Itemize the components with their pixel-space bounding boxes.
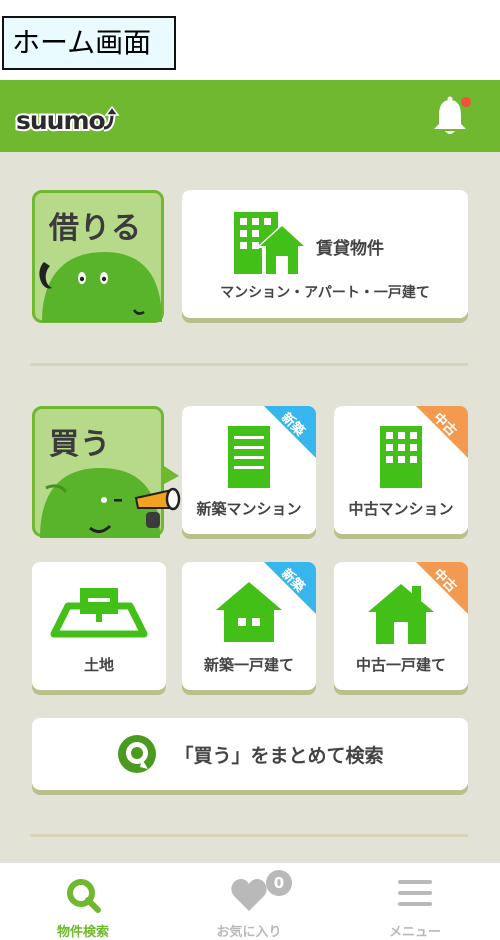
- rent-card-subtitle: マンション・アパート・一戸建て: [220, 285, 430, 301]
- rent-mascot-text: 借りる: [49, 211, 142, 246]
- unread-dot: [461, 97, 471, 107]
- house-icon: [216, 582, 282, 642]
- nav-label-favorites: お気に入り: [216, 925, 282, 940]
- buy-mascot: 買う: [32, 406, 181, 538]
- svg-text:suumo: suumo: [16, 106, 106, 135]
- land-label: 土地: [83, 656, 114, 674]
- house-chimney-icon: [368, 584, 434, 644]
- nav-label-search: 物件検索: [56, 925, 109, 940]
- new-condo-card[interactable]: 新築 新築マンション: [182, 406, 316, 534]
- building-icon: [228, 426, 270, 488]
- new-condo-label: 新築マンション: [196, 500, 302, 518]
- nav-item-menu[interactable]: メニュー: [332, 863, 498, 940]
- suumo-logo[interactable]: suumo: [14, 102, 120, 136]
- nav-label-menu: メニュー: [388, 925, 441, 940]
- land-icon: [50, 588, 148, 638]
- heart-icon: [231, 879, 267, 911]
- rent-card-title: 賃貸物件: [316, 239, 384, 259]
- search-badge-icon: [118, 735, 157, 773]
- section-divider: [30, 363, 468, 366]
- new-house-label: 新築一戸建て: [203, 656, 294, 674]
- home-content: 借りる 賃貸物件 マンション・アパート・一戸建て 買う 新築 新築マンション 中…: [0, 152, 500, 862]
- new-tag: 新築: [264, 406, 316, 458]
- rent-property-card[interactable]: 賃貸物件 マンション・アパート・一戸建て: [182, 190, 468, 318]
- notification-bell-icon[interactable]: [428, 94, 474, 140]
- hamburger-menu-icon: [398, 880, 432, 906]
- screen-caption: ホーム画面: [2, 16, 176, 70]
- rent-mascot: 借りる: [32, 190, 164, 323]
- bottom-navigation: 物件検索 お気に入り メニュー: [0, 862, 500, 940]
- search-icon: [67, 879, 101, 913]
- apartment-house-icon: [234, 212, 308, 274]
- used-tag: 中古: [416, 406, 468, 458]
- nav-item-favorites[interactable]: お気に入り: [166, 863, 332, 940]
- favorites-count-badge: 0: [266, 870, 292, 896]
- building-windows-icon: [380, 426, 422, 488]
- new-house-card[interactable]: 新築 新築一戸建て: [182, 562, 316, 690]
- used-condo-card[interactable]: 中古 中古マンション: [334, 406, 468, 534]
- section-divider: [30, 834, 468, 837]
- land-card[interactable]: 土地: [32, 562, 166, 690]
- buy-search-all-button[interactable]: 「買う」をまとめて検索: [32, 718, 468, 790]
- search-all-label: 「買う」をまとめて検索: [174, 744, 384, 767]
- used-house-card[interactable]: 中古 中古一戸建て: [334, 562, 468, 690]
- buy-mascot-text: 買う: [49, 427, 111, 462]
- nav-item-search[interactable]: 物件検索: [0, 863, 166, 940]
- used-condo-label: 中古マンション: [348, 500, 454, 518]
- used-house-label: 中古一戸建て: [355, 656, 446, 674]
